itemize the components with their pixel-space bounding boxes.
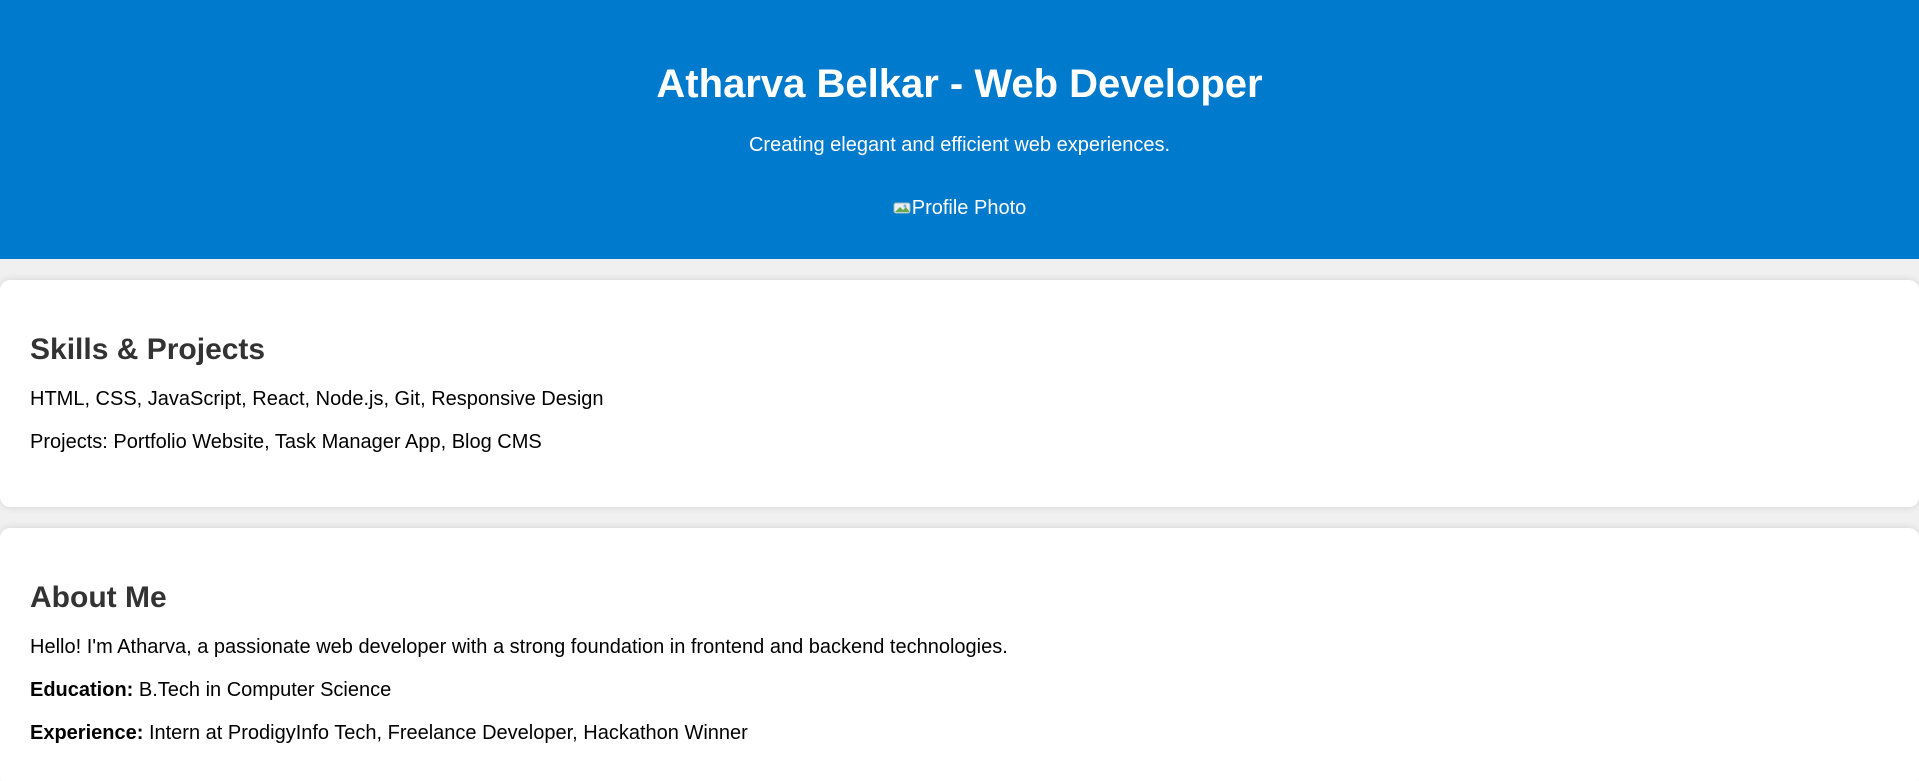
experience-value: Intern at ProdigyInfo Tech, Freelance De… xyxy=(143,722,748,744)
experience-line: Experience: Intern at ProdigyInfo Tech, … xyxy=(30,720,1889,747)
education-label: Education: xyxy=(30,679,134,701)
about-intro: Hello! I'm Atharva, a passionate web dev… xyxy=(30,636,1008,658)
broken-image-icon xyxy=(893,202,911,214)
skills-heading: Skills & Projects xyxy=(30,333,266,366)
tagline: Creating elegant and efficient web exper… xyxy=(748,134,1170,156)
education-value: B.Tech in Computer Science xyxy=(133,679,392,701)
profile-photo-alt-text: Profile Photo xyxy=(911,197,1027,219)
skills-list: HTML, CSS, JavaScript, React, Node.js, G… xyxy=(30,388,604,410)
skills-section: Skills & Projects HTML, CSS, JavaScript,… xyxy=(0,280,1919,507)
site-header: Atharva Belkar - Web Developer Creating … xyxy=(0,0,1919,259)
experience-label: Experience: xyxy=(30,722,144,744)
page-title: Atharva Belkar - Web Developer xyxy=(656,62,1263,106)
about-heading: About Me xyxy=(30,581,167,614)
profile-photo: Profile Photo xyxy=(893,196,1027,220)
projects-list: Projects: Portfolio Website, Task Manage… xyxy=(30,431,542,453)
education-line: Education: B.Tech in Computer Science xyxy=(30,677,1889,704)
about-section: About Me Hello! I'm Atharva, a passionat… xyxy=(0,528,1919,781)
